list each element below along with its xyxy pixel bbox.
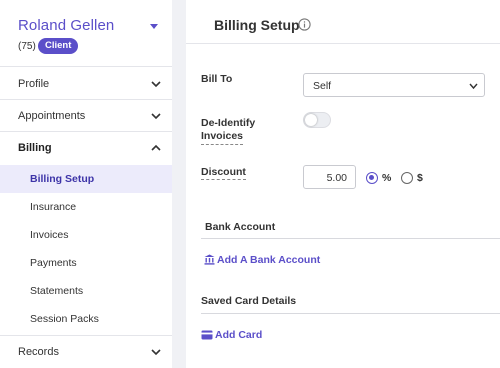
page-title: Billing Setup: [214, 17, 300, 33]
chevron-down-icon[interactable]: [150, 78, 162, 90]
sidebar-item-records[interactable]: Records: [0, 336, 172, 368]
chevron-down-icon[interactable]: [469, 82, 478, 90]
credit-card-icon[interactable]: [201, 330, 213, 340]
sidebar-subitem-label: Session Packs: [30, 313, 99, 325]
sidebar-item-profile[interactable]: Profile: [0, 68, 172, 100]
client-count: (75): [18, 41, 36, 52]
percent-radio-label: %: [382, 172, 392, 184]
percent-radio[interactable]: [366, 172, 378, 184]
sidebar-subitem-session-packs[interactable]: Session Packs: [0, 305, 172, 333]
sidebar-item-billing[interactable]: Billing: [0, 132, 172, 164]
toggle-knob: [305, 114, 317, 126]
add-card-link[interactable]: Add Card: [215, 329, 262, 341]
bill-to-value: Self: [313, 80, 332, 92]
section-divider: [201, 238, 500, 239]
deidentify-label: De-Identify Invoices: [201, 117, 255, 145]
bill-to-label: Bill To: [201, 73, 233, 85]
discount-input[interactable]: 5.00: [303, 165, 356, 189]
main-panel: Billing Setup Bill To Self De-Identify I…: [186, 0, 500, 368]
sidebar-subitem-label: Billing Setup: [30, 173, 95, 185]
sidebar-subitem-label: Statements: [30, 285, 84, 297]
sidebar-subitem-billing-setup[interactable]: Billing Setup: [0, 165, 172, 193]
client-badge: Client: [38, 38, 79, 54]
page-header: Billing Setup: [186, 0, 500, 44]
sidebar-item-label: Billing: [18, 142, 52, 154]
sidebar-subitem-label: Insurance: [30, 201, 77, 213]
bill-to-select[interactable]: Self: [303, 73, 485, 97]
sidebar-subitem-insurance[interactable]: Insurance: [0, 193, 172, 221]
sidebar: Roland Gellen (75) Client Profile Appoin…: [0, 0, 172, 368]
sidebar-item-label: Appointments: [18, 110, 86, 122]
client-header[interactable]: Roland Gellen (75) Client: [0, 0, 172, 66]
info-icon[interactable]: [298, 18, 311, 31]
sidebar-subitem-label: Payments: [30, 257, 77, 269]
bank-icon[interactable]: [204, 254, 215, 265]
sidebar-item-label: Records: [18, 346, 59, 358]
divider: [0, 66, 172, 67]
dollar-radio-label: $: [417, 172, 423, 184]
discount-label: Discount: [201, 166, 246, 180]
sidebar-item-appointments[interactable]: Appointments: [0, 100, 172, 132]
add-bank-account-link[interactable]: Add A Bank Account: [217, 254, 320, 266]
chevron-up-icon[interactable]: [150, 142, 162, 154]
dollar-radio[interactable]: [401, 172, 413, 184]
sidebar-subitem-payments[interactable]: Payments: [0, 249, 172, 277]
chevron-down-icon[interactable]: [150, 110, 162, 122]
chevron-down-icon[interactable]: [150, 346, 162, 358]
caret-down-icon[interactable]: [150, 24, 158, 29]
saved-card-title: Saved Card Details: [201, 295, 297, 307]
bank-account-title: Bank Account: [205, 221, 276, 233]
discount-value: 5.00: [326, 172, 347, 184]
deidentify-label-line1: De-Identify: [201, 117, 256, 129]
deidentify-label-line2: Invoices: [201, 130, 244, 145]
sidebar-subitem-statements[interactable]: Statements: [0, 277, 172, 305]
sidebar-item-label: Profile: [18, 78, 50, 90]
sidebar-subitem-label: Invoices: [30, 229, 69, 241]
section-divider: [201, 313, 500, 314]
client-name[interactable]: Roland Gellen: [18, 17, 114, 34]
sidebar-subitem-invoices[interactable]: Invoices: [0, 221, 172, 249]
deidentify-toggle[interactable]: [303, 112, 331, 128]
